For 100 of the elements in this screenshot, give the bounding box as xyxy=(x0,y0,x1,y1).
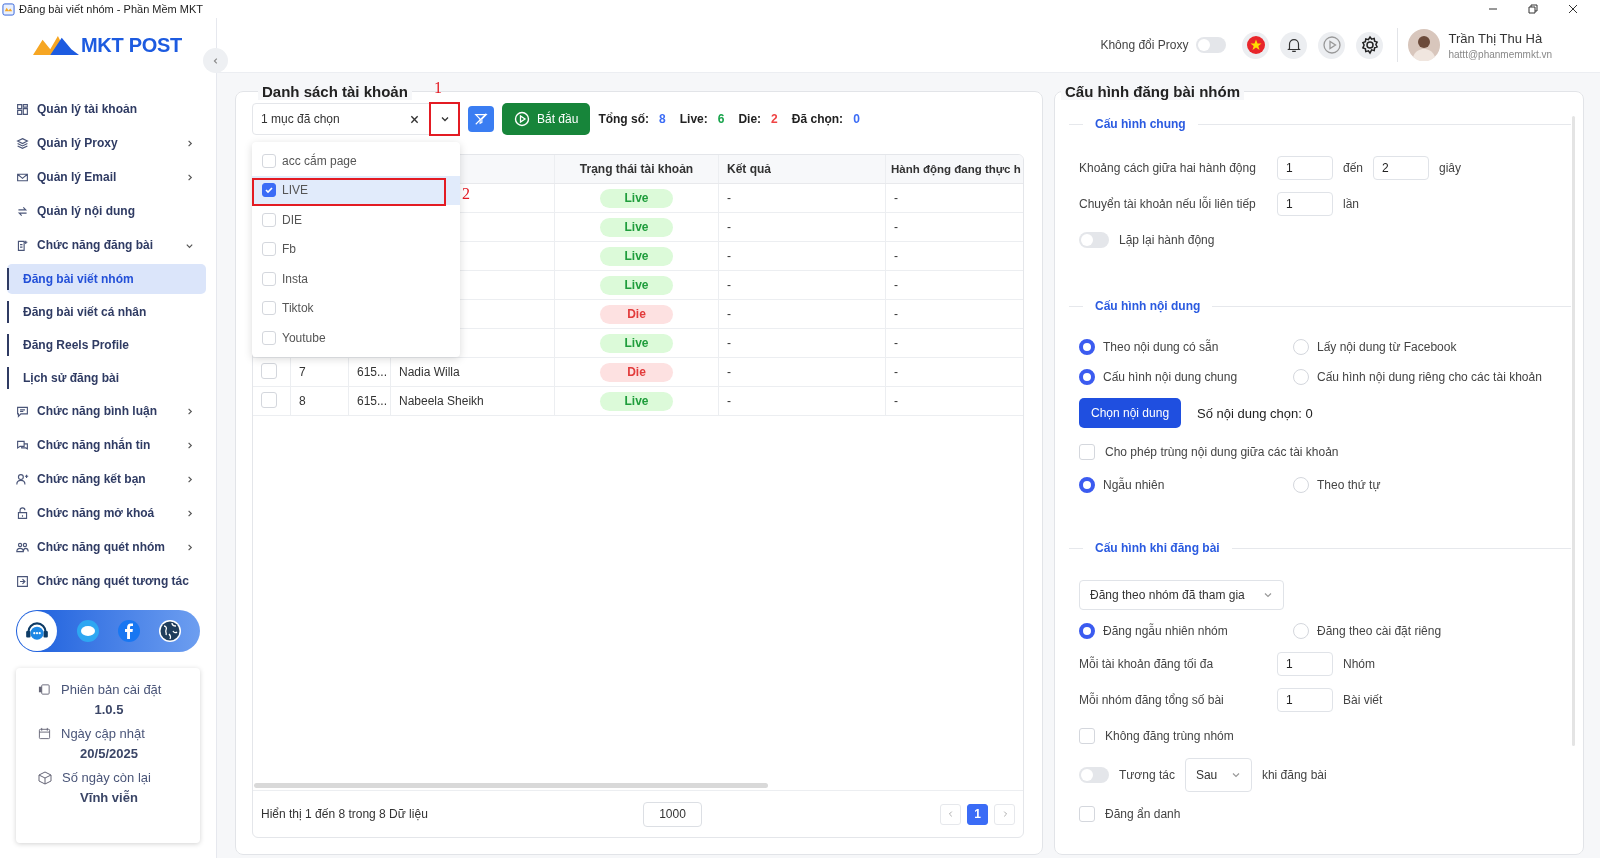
field-unit: Bài viết xyxy=(1343,693,1383,707)
collapse-button[interactable] xyxy=(203,48,228,73)
chat-bubble-icon[interactable] xyxy=(76,619,100,643)
sidebar-item[interactable]: Chức năng kết bạn xyxy=(0,462,216,496)
globe-icon[interactable] xyxy=(158,619,182,643)
radio-option[interactable]: Cấu hình nội dung chung xyxy=(1079,369,1293,385)
close-icon[interactable] xyxy=(1568,4,1578,14)
toggle-switch[interactable] xyxy=(1079,767,1109,783)
table-cell: - xyxy=(894,249,898,263)
annotation-box xyxy=(429,102,460,136)
sidebar-item[interactable]: Chức năng nhắn tin xyxy=(0,428,216,462)
sidebar-item[interactable]: Quản lý Email xyxy=(0,160,216,194)
chat-icon xyxy=(16,438,29,452)
app-icon xyxy=(2,2,15,16)
sidebar-subitem[interactable]: Đăng bài viết cá nhân xyxy=(7,296,206,327)
table-cell: - xyxy=(727,191,731,205)
content-count: Số nội dung chọn: 0 xyxy=(1197,405,1313,421)
sidebar-subitem[interactable]: Đăng Reels Profile xyxy=(7,329,206,360)
language-button[interactable] xyxy=(1242,31,1270,59)
info-label: Số ngày còn lại xyxy=(62,770,151,785)
table-cell: 615... xyxy=(357,394,388,408)
proxy-toggle-label: Không đổi Proxy xyxy=(1100,38,1189,52)
table-cell: - xyxy=(894,278,898,292)
toggle-label: Tương tác xyxy=(1119,768,1175,782)
logo-text: MKT POST xyxy=(81,33,182,57)
settings-icon xyxy=(1359,35,1380,55)
section-title: Cấu hình khi đăng bài xyxy=(1095,541,1220,555)
row-checkbox[interactable] xyxy=(261,391,277,408)
page-size-field[interactable]: 1000 xyxy=(643,801,702,827)
window-title: Đăng bài viết nhóm - Phần Mềm MKT xyxy=(19,3,204,15)
dropdown-option[interactable]: Fb xyxy=(252,234,460,264)
sidebar-item[interactable]: Quản lý Proxy xyxy=(0,126,216,160)
avatar[interactable] xyxy=(1408,29,1441,61)
sidebar-subitem[interactable]: Đăng bài viết nhóm xyxy=(7,263,206,294)
radio-option[interactable]: Theo thứ tự xyxy=(1293,477,1381,493)
dropdown-option[interactable]: Tiktok xyxy=(252,293,460,323)
stat-label: Đã chọn: xyxy=(791,112,844,126)
clear-filter-button[interactable] xyxy=(468,106,494,132)
page-button[interactable]: 1 xyxy=(967,803,988,825)
timing-select[interactable]: Sau xyxy=(1184,758,1252,792)
field-unit: lần xyxy=(1343,197,1359,211)
field-unit: giây xyxy=(1439,161,1462,175)
row-checkbox[interactable] xyxy=(261,362,277,379)
toggle-switch[interactable] xyxy=(1079,232,1109,248)
play-icon xyxy=(514,111,530,127)
group-select[interactable]: Đăng theo nhóm đã tham gia xyxy=(1079,580,1284,610)
number-field[interactable]: 1 xyxy=(1277,652,1333,676)
dropdown-option[interactable]: Insta xyxy=(252,264,460,294)
sidebar-item[interactable]: Chức năng đăng bài xyxy=(0,228,216,262)
sidebar-item[interactable]: Chức năng quét nhóm xyxy=(0,530,216,564)
start-button[interactable]: Bắt đầu xyxy=(502,103,591,135)
radio-option[interactable]: Theo nội dung có sẵn xyxy=(1079,339,1293,355)
radio-option[interactable]: Cấu hình nội dung riêng cho các tài khoản xyxy=(1293,369,1542,385)
previous-page-button[interactable] xyxy=(940,803,961,825)
choose-content-button[interactable]: Chọn nội dung xyxy=(1079,398,1182,428)
dropdown-option[interactable]: acc cắm page xyxy=(252,146,460,176)
radio-option[interactable]: Lấy nội dung từ Facebook xyxy=(1293,339,1457,355)
proxy-toggle[interactable] xyxy=(1196,37,1227,53)
sidebar-item[interactable]: Chức năng mở khoá xyxy=(0,496,216,530)
stat-label: Live: xyxy=(679,112,708,126)
radio-option[interactable]: Đăng theo cài đặt riêng xyxy=(1293,623,1442,639)
user-email: hattt@phanmemmkt.vn xyxy=(1448,48,1552,60)
checkbox-label: Đăng ẩn danh xyxy=(1105,807,1181,821)
number-field[interactable]: 1 xyxy=(1277,192,1333,216)
number-field[interactable]: 2 xyxy=(1373,156,1430,180)
sidebar-item[interactable]: Quản lý nội dung xyxy=(0,194,216,228)
radio-button[interactable] xyxy=(1079,339,1095,355)
stat-label: Tổng số: xyxy=(598,112,650,126)
table-cell: 615... xyxy=(357,365,388,379)
sidebar-item[interactable]: Chức năng quét tương tác xyxy=(0,564,216,598)
sidebar-subitem[interactable]: Lịch sử đăng bài xyxy=(7,362,206,393)
facebook-icon[interactable] xyxy=(117,619,141,643)
table-cell: - xyxy=(727,307,731,321)
stat-value: 8 xyxy=(659,112,666,126)
clear-icon[interactable] xyxy=(410,114,419,124)
sidebar-item[interactable]: Chức năng bình luận xyxy=(0,394,216,428)
dropdown-option[interactable]: Youtube xyxy=(252,323,460,353)
status-badge: Live xyxy=(600,217,673,237)
settings-button[interactable] xyxy=(1356,31,1384,59)
document-plus-icon xyxy=(16,238,29,252)
table-cell: - xyxy=(727,336,731,350)
chevron-left-icon xyxy=(211,56,220,65)
notification-button[interactable] xyxy=(1280,31,1308,59)
dropdown-option[interactable]: DIE xyxy=(252,205,460,235)
radio-button[interactable] xyxy=(1079,477,1095,493)
number-field[interactable]: 1 xyxy=(1277,156,1333,180)
restore-icon[interactable] xyxy=(1528,4,1538,14)
sidebar-item[interactable]: Quản lý tài khoản xyxy=(0,92,216,126)
radio-button[interactable] xyxy=(1079,369,1095,385)
chevron-down-icon[interactable] xyxy=(440,114,450,124)
status-badge: Live xyxy=(600,275,673,295)
next-page-button[interactable] xyxy=(994,803,1015,825)
device-icon xyxy=(38,683,51,696)
radio-option[interactable]: Đăng ngẫu nhiên nhóm xyxy=(1079,623,1293,639)
number-field[interactable]: 1 xyxy=(1277,688,1333,712)
play-button[interactable] xyxy=(1318,31,1346,59)
radio-button[interactable] xyxy=(1079,623,1095,639)
radio-option[interactable]: Ngẫu nhiên xyxy=(1079,477,1293,493)
scrollbar-thumb[interactable] xyxy=(254,782,768,788)
checkbox[interactable] xyxy=(262,183,276,198)
